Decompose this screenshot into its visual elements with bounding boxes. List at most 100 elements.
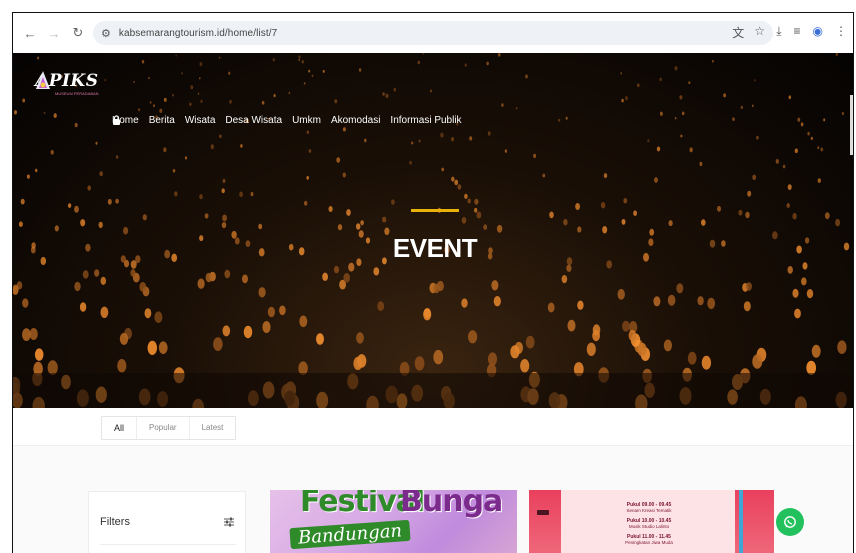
lantern (468, 330, 478, 344)
lantern (433, 283, 440, 294)
lantern (328, 206, 333, 212)
lantern (98, 221, 103, 229)
lantern (689, 147, 693, 153)
lantern (464, 63, 467, 67)
lantern (148, 76, 150, 80)
lantern (334, 99, 338, 104)
scrollbar[interactable] (850, 95, 853, 155)
lantern (668, 220, 673, 227)
logo-tagline: MUSEUM PERADABAN (55, 91, 99, 96)
lantern (454, 179, 459, 186)
lantern (308, 149, 312, 153)
lantern (796, 245, 802, 254)
tab-all[interactable]: All (102, 417, 138, 439)
lantern (288, 243, 294, 251)
lantern (648, 238, 654, 246)
lantern (393, 87, 397, 92)
lantern (94, 269, 100, 277)
nav-informasi-publik[interactable]: Informasi Publik (390, 115, 461, 126)
lantern (164, 249, 171, 259)
lantern (144, 308, 152, 319)
filters-panel: Filters (88, 491, 246, 553)
nav-wisata[interactable]: Wisata (185, 115, 216, 126)
download-icon[interactable]: ⤓ (776, 24, 781, 39)
lantern (806, 289, 814, 299)
lantern (491, 280, 499, 291)
lock-icon[interactable] (112, 115, 121, 125)
lantern (474, 198, 479, 205)
lantern (805, 237, 810, 244)
lantern (175, 54, 177, 57)
lantern (414, 356, 425, 371)
lantern (653, 296, 661, 307)
lantern (441, 167, 445, 172)
lantern (586, 342, 596, 356)
media-control-icon[interactable]: ≡ (794, 24, 801, 39)
tab-latest[interactable]: Latest (190, 417, 236, 439)
lantern (621, 219, 626, 225)
lantern (566, 264, 572, 272)
site-logo[interactable]: APIKS MUSEUM PERADABAN (35, 71, 99, 96)
bookmark-star-icon[interactable]: ☆ (754, 24, 765, 41)
lantern (628, 329, 637, 342)
lantern (699, 161, 703, 167)
profile-icon[interactable]: ◉ (813, 24, 823, 39)
lantern (336, 157, 341, 163)
lantern (391, 199, 395, 205)
lantern (149, 101, 152, 104)
lantern (464, 193, 468, 199)
event-card-schedule[interactable]: Pukul 09.00 - 09.45 Senam Kreasi Tematik… (529, 490, 774, 553)
lantern (433, 349, 444, 365)
forward-icon[interactable]: → (45, 26, 63, 41)
lantern (218, 56, 221, 59)
reload-icon[interactable]: ↻ (69, 25, 87, 41)
lantern (525, 74, 528, 79)
tab-popular[interactable]: Popular (137, 417, 190, 439)
lantern (154, 311, 163, 324)
lantern (139, 282, 147, 292)
lantern (221, 188, 225, 194)
lantern (654, 177, 658, 183)
lantern (817, 178, 821, 183)
lantern (231, 230, 237, 239)
lantern (787, 266, 793, 274)
lantern (353, 356, 363, 370)
nav-akomodasi[interactable]: Akomodasi (331, 115, 380, 126)
page-title: EVENT (392, 233, 478, 263)
lantern (504, 149, 507, 153)
back-icon[interactable]: ← (21, 26, 39, 41)
lantern (26, 174, 30, 179)
lantern (322, 272, 328, 281)
lantern (802, 262, 808, 270)
lantern (525, 335, 535, 349)
lantern (680, 134, 683, 138)
lantern (337, 224, 343, 231)
lantern (837, 340, 847, 355)
lantern (79, 302, 87, 312)
lantern (130, 269, 136, 277)
lantern (18, 221, 23, 227)
lantern (50, 149, 54, 155)
lantern (119, 332, 129, 345)
sliders-icon[interactable] (223, 516, 235, 528)
lantern (322, 69, 325, 73)
address-bar[interactable]: ⚙ kabsemarangtourism.id/home/list/7 文 ☆ (93, 21, 773, 45)
lantern (34, 168, 38, 173)
site-settings-icon[interactable]: ⚙ (101, 27, 111, 40)
event-card-festival[interactable]: Festival Bunga Bandungan (270, 490, 517, 553)
lantern (674, 66, 678, 71)
lantern (22, 98, 26, 103)
lantern (333, 265, 340, 274)
lantern (172, 168, 176, 173)
lantern (566, 257, 573, 266)
translate-icon[interactable]: 文 (732, 24, 744, 41)
nav-berita[interactable]: Berita (149, 115, 175, 126)
nav-desa-wisata[interactable]: Desa Wisata (225, 115, 282, 126)
lantern (577, 226, 582, 233)
lantern (279, 305, 286, 316)
menu-icon[interactable]: ⋮ (835, 24, 847, 39)
nav-umkm[interactable]: Umkm (292, 115, 321, 126)
whatsapp-button[interactable] (776, 508, 804, 536)
lantern (745, 282, 752, 291)
lantern (53, 113, 57, 118)
